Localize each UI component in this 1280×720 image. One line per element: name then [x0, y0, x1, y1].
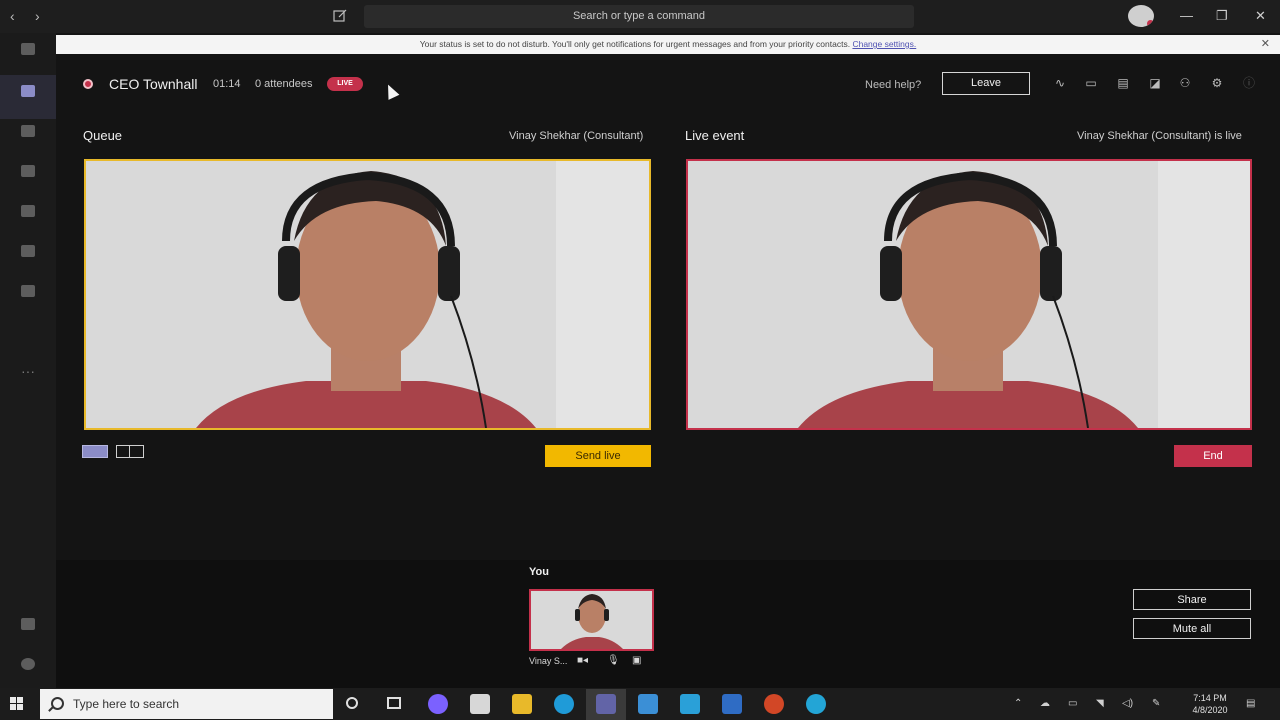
rail-item-apps[interactable]	[0, 618, 56, 632]
leave-button[interactable]: Leave	[942, 72, 1030, 95]
camera-icon[interactable]: ■◂	[577, 655, 588, 666]
forward-icon[interactable]: ›	[35, 8, 40, 24]
queue-presenter: Vinay Shekhar (Consultant)	[509, 130, 644, 142]
mail-icon[interactable]	[638, 694, 658, 714]
queue-video[interactable]	[84, 159, 651, 430]
phone-icon	[21, 125, 35, 137]
rail-item-help[interactable]	[0, 658, 56, 672]
file-icon	[21, 285, 35, 297]
pen-icon[interactable]: ✎	[1152, 698, 1160, 709]
bell-icon	[21, 245, 35, 257]
change-settings-link[interactable]: Change settings.	[852, 39, 916, 49]
microphone-icon[interactable]: 🎙︎	[607, 655, 620, 666]
qna-icon[interactable]: ◪	[1148, 76, 1162, 90]
self-video-image	[531, 591, 652, 649]
battery-icon[interactable]: ▭	[1068, 698, 1077, 709]
back-icon[interactable]: ‹	[10, 8, 15, 24]
calendar-icon	[21, 85, 35, 97]
live-status: Vinay Shekhar (Consultant) is live	[1077, 130, 1242, 142]
outlook-icon[interactable]	[722, 694, 742, 714]
presenter-video-image	[688, 161, 1250, 428]
notes-icon[interactable]: ▤	[1116, 76, 1130, 90]
self-name: Vinay S...	[529, 656, 568, 666]
share-screen-icon[interactable]: ▣	[632, 655, 641, 666]
avatar[interactable]	[1128, 5, 1154, 27]
rail-item-activity[interactable]	[0, 245, 56, 259]
search-icon	[51, 697, 64, 710]
layout-split-button[interactable]	[116, 445, 144, 458]
app-icon-3[interactable]	[680, 694, 700, 714]
attendee-count: 0 attendees	[255, 78, 313, 90]
meeting-timer: 01:14	[213, 78, 241, 90]
taskbar-search-placeholder: Type here to search	[73, 697, 180, 711]
more-apps-icon[interactable]: ···	[0, 363, 56, 379]
presenter-video-image	[86, 161, 649, 428]
queue-label: Queue	[83, 128, 123, 143]
app-icon	[21, 205, 35, 217]
dnd-banner: Your status is set to do not disturb. Yo…	[56, 35, 1280, 54]
task-view-icon[interactable]	[387, 697, 401, 709]
teams-icon[interactable]	[596, 694, 616, 714]
live-event-label: Live event	[685, 128, 745, 143]
onedrive-icon[interactable]: ☁	[1040, 698, 1050, 709]
mouse-cursor-icon	[382, 82, 400, 100]
info-icon[interactable]: ⓘ	[1242, 76, 1256, 90]
banner-text: Your status is set to do not disturb. Yo…	[419, 39, 851, 49]
maximize-button[interactable]: ❐	[1216, 8, 1228, 24]
app-icon-1[interactable]	[428, 694, 448, 714]
cortana-icon[interactable]	[346, 697, 358, 709]
rail-item-calls[interactable]	[0, 125, 56, 139]
participants-strip	[56, 560, 1280, 688]
teams-icon	[21, 165, 35, 177]
notification-center-icon[interactable]: ▤	[1246, 698, 1255, 709]
volume-icon[interactable]: ◁)	[1122, 698, 1133, 709]
file-explorer-icon[interactable]	[512, 694, 532, 714]
meeting-title: CEO Townhall	[109, 76, 198, 92]
rail-item-teams[interactable]	[0, 165, 56, 179]
banner-close-icon[interactable]: ✕	[1261, 35, 1270, 54]
minimize-button[interactable]: —	[1180, 8, 1193, 23]
meeting-chat-icon[interactable]: ▭	[1084, 76, 1098, 90]
windows-start-icon[interactable]	[10, 697, 24, 711]
chevron-up-icon[interactable]: ⌃	[1014, 698, 1022, 709]
taskbar-date[interactable]: 4/8/2020	[1180, 705, 1240, 715]
wifi-icon[interactable]: ◥	[1096, 698, 1104, 709]
app-icon-2[interactable]	[470, 694, 490, 714]
apps-icon	[21, 618, 35, 630]
layout-single-button[interactable]	[82, 445, 108, 458]
send-live-button[interactable]: Send live	[545, 445, 651, 467]
rail-item-calendar[interactable]	[0, 85, 56, 99]
rail-item-app[interactable]	[0, 205, 56, 219]
edge-icon-2[interactable]	[806, 694, 826, 714]
rail-item-files[interactable]	[0, 285, 56, 299]
participants-icon[interactable]: ⚇	[1178, 76, 1192, 90]
compose-icon[interactable]	[332, 8, 348, 24]
settings-icon[interactable]: ⚙	[1210, 76, 1224, 90]
self-video[interactable]	[529, 589, 654, 651]
taskbar-time[interactable]: 7:14 PM	[1180, 692, 1240, 705]
share-button[interactable]: Share	[1133, 589, 1251, 610]
help-icon	[21, 658, 35, 670]
close-button[interactable]: ✕	[1255, 8, 1266, 24]
health-icon[interactable]: ∿	[1053, 76, 1067, 90]
self-view-label: You	[529, 566, 549, 578]
chat-icon	[21, 43, 35, 55]
live-video[interactable]	[686, 159, 1252, 430]
edge-icon[interactable]	[554, 694, 574, 714]
live-badge: LIVE	[327, 77, 363, 91]
mute-all-button[interactable]: Mute all	[1133, 618, 1251, 639]
rail-item-chat[interactable]	[0, 43, 56, 57]
end-button[interactable]: End	[1174, 445, 1252, 467]
command-search-input[interactable]: Search or type a command	[364, 5, 914, 28]
need-help-link[interactable]: Need help?	[865, 79, 921, 91]
powerpoint-icon[interactable]	[764, 694, 784, 714]
app-rail: ···	[0, 33, 56, 688]
taskbar-search-input[interactable]: Type here to search	[40, 689, 333, 719]
recording-dot-icon	[83, 79, 93, 89]
